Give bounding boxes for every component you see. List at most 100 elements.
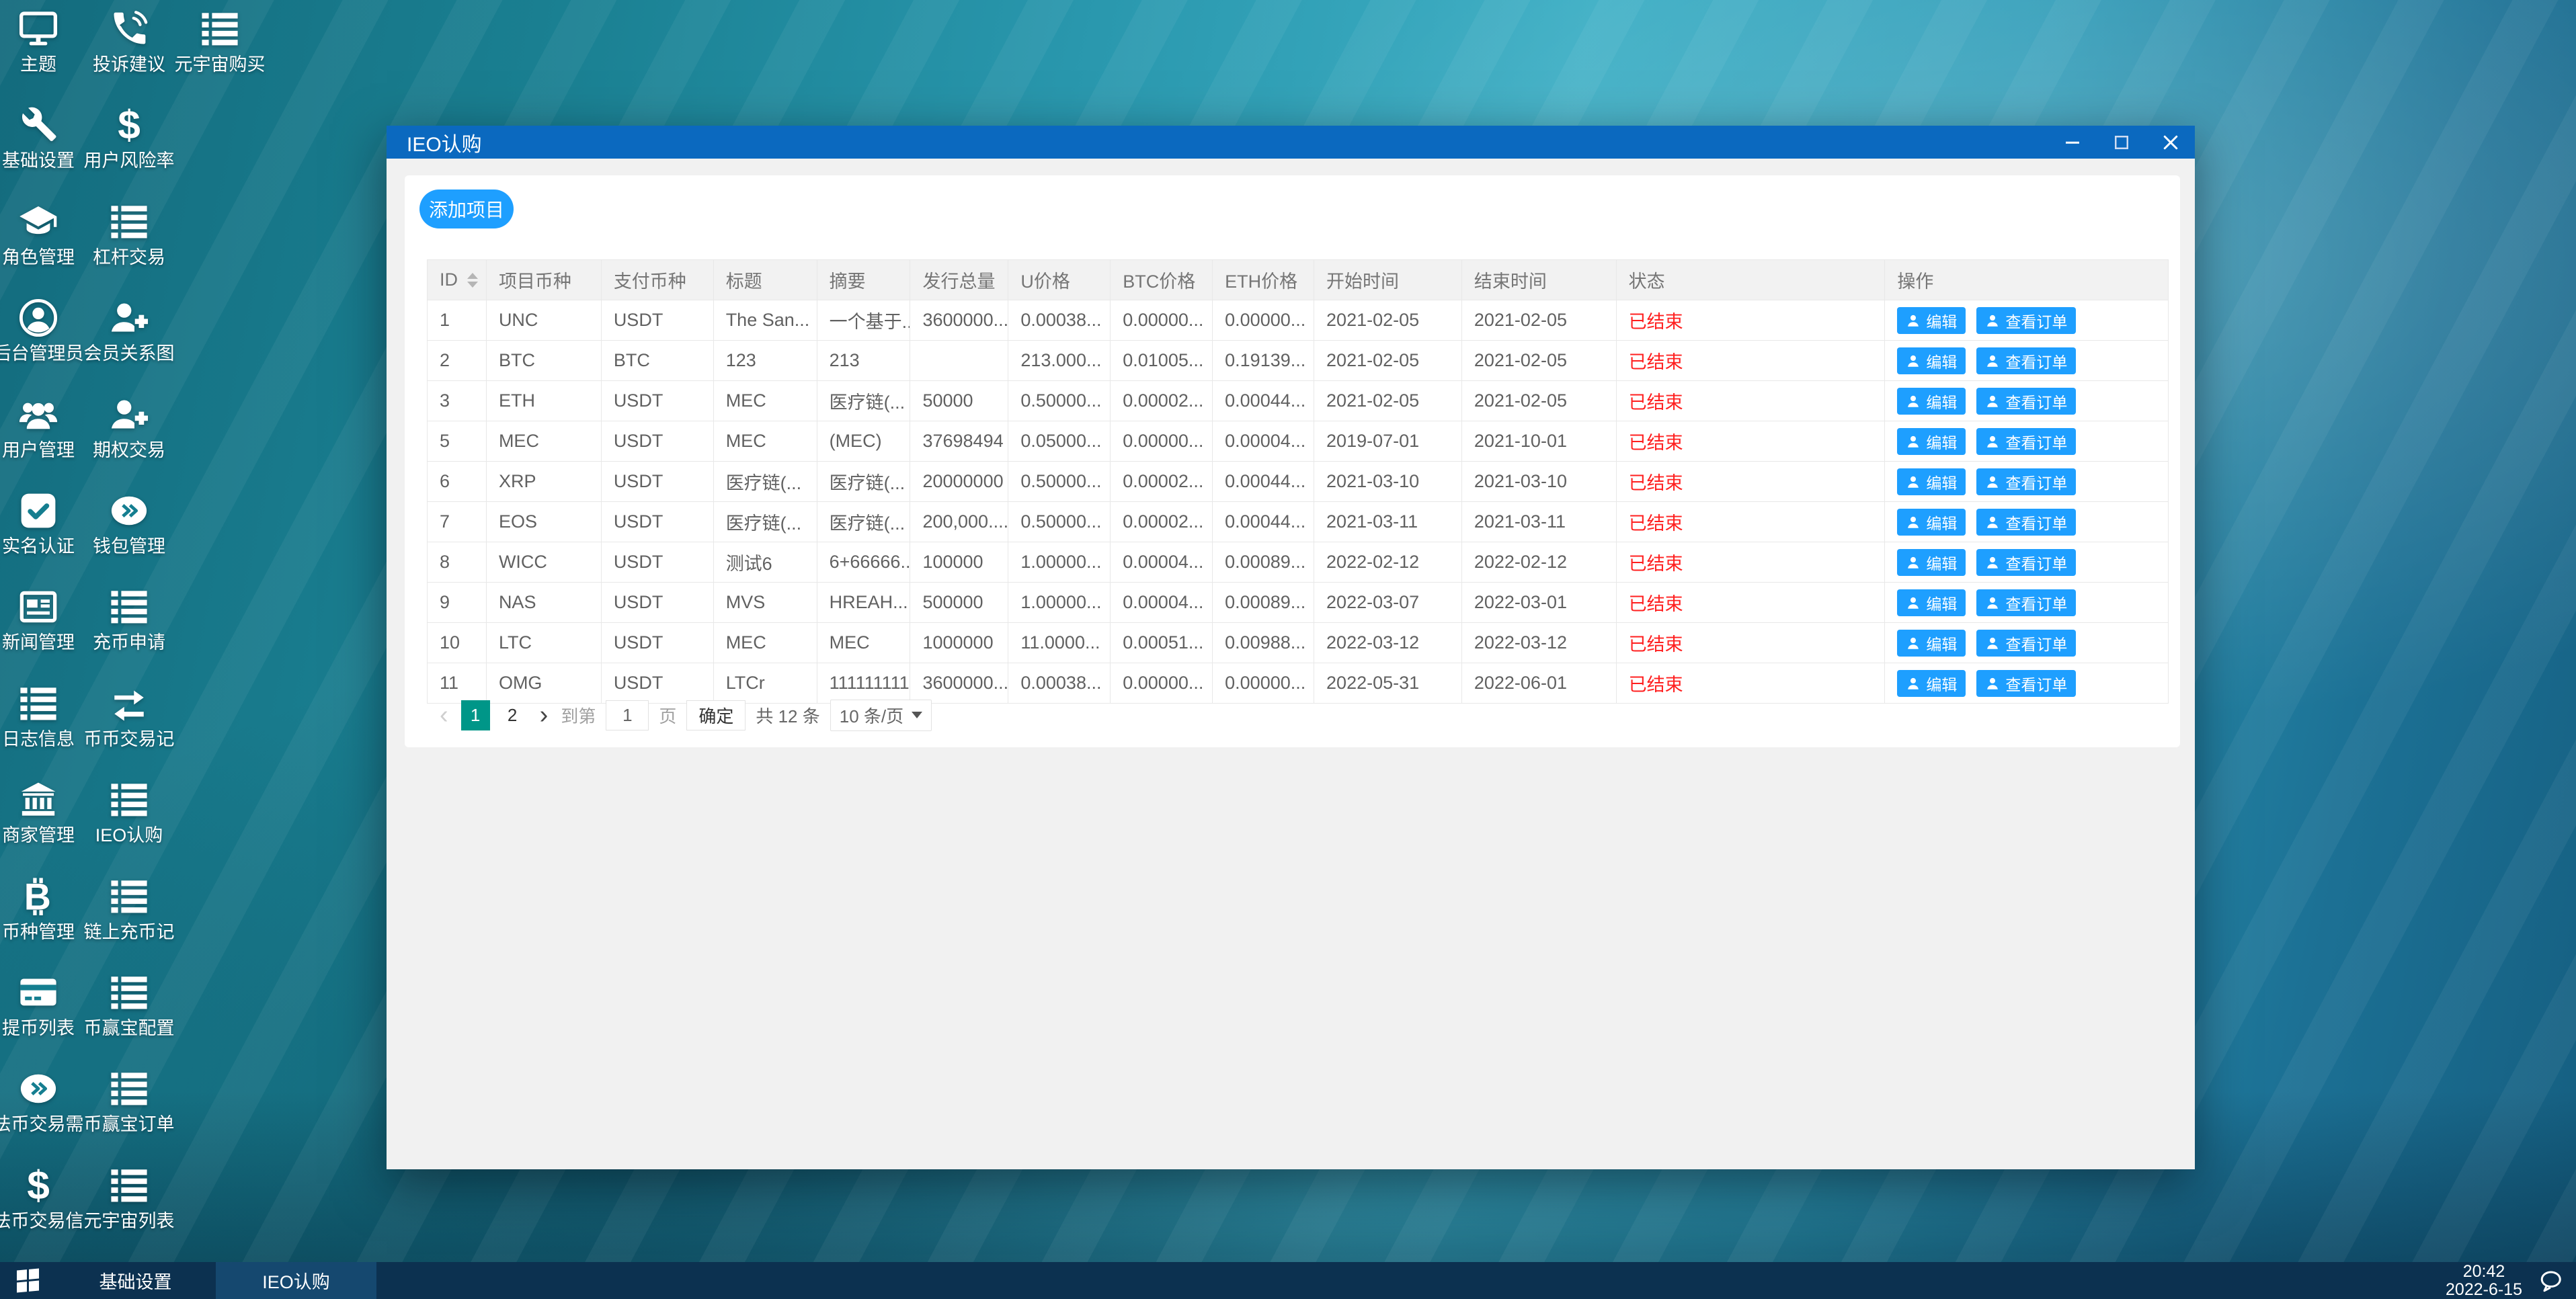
column-header: 发行总量 xyxy=(910,260,1009,300)
view-orders-button[interactable]: 查看订单 xyxy=(1976,669,2077,697)
edit-button[interactable]: 编辑 xyxy=(1897,589,1966,616)
table-cell xyxy=(910,341,1009,380)
edit-button[interactable]: 编辑 xyxy=(1897,629,1966,657)
table-cell: 0.00004... xyxy=(1213,421,1315,461)
table-cell: 2022-03-12 xyxy=(1462,623,1617,663)
edit-button[interactable]: 编辑 xyxy=(1897,306,1966,334)
column-header-label: 标题 xyxy=(725,271,762,292)
column-header-label: 支付币种 xyxy=(613,271,686,292)
desktop-icon[interactable]: 期权交易 xyxy=(72,390,186,460)
table-cell: 0.00000... xyxy=(1111,300,1213,340)
desktop-icon[interactable]: 元宇宙购买 xyxy=(163,4,277,75)
desktop-icon[interactable]: 币币交易记 xyxy=(72,679,186,749)
table-cell: USDT xyxy=(602,381,714,421)
desktop-icon[interactable]: 币赢宝订单 xyxy=(72,1064,186,1134)
table-cell: 123 xyxy=(714,341,817,380)
taskbar-item-2[interactable]: IEO认购 xyxy=(216,1262,376,1299)
table-cell: 0.00004... xyxy=(1111,583,1213,622)
desktop-icon[interactable]: 币赢宝配置 xyxy=(72,968,186,1038)
newspaper-icon xyxy=(19,591,57,623)
view-orders-button[interactable]: 查看订单 xyxy=(1976,508,2077,536)
column-header-label: BTC价格 xyxy=(1123,271,1196,292)
view-orders-button[interactable]: 查看订单 xyxy=(1976,629,2077,657)
table-cell: OMG xyxy=(487,663,602,703)
add-project-button[interactable]: 添加项目 xyxy=(419,190,514,228)
desktop-icon[interactable]: 钱包管理 xyxy=(72,486,186,556)
desktop-icon[interactable]: 链上充币记 xyxy=(72,872,186,942)
sort-icon[interactable] xyxy=(467,272,478,288)
confirm-page-button[interactable]: 确定 xyxy=(686,700,746,730)
table-cell: 200,000.... xyxy=(910,502,1009,542)
view-orders-button[interactable]: 查看订单 xyxy=(1976,387,2077,415)
desktop-icon-label: 杠杆交易 xyxy=(93,247,165,267)
page-size-select[interactable]: 10 条/页 xyxy=(830,699,932,731)
desktop-icon-glyph xyxy=(72,390,186,434)
list-icon xyxy=(111,784,147,816)
actions-cell: 编辑 查看订单 xyxy=(1885,583,2168,622)
table-cell: USDT xyxy=(602,421,714,461)
table-cell: 0.00038... xyxy=(1008,663,1111,703)
user-plus-icon xyxy=(111,400,149,429)
content-panel: 添加项目 ID 项目币种 支付币种 标题 摘要 发行总量 U价格 BTC价格 ETH价格 开始时间… xyxy=(405,175,2180,747)
table-cell: 0.50000... xyxy=(1008,502,1111,542)
edit-button[interactable]: 编辑 xyxy=(1897,508,1966,536)
edit-button[interactable]: 编辑 xyxy=(1897,669,1966,697)
graduation-cap-icon xyxy=(19,206,57,234)
edit-button[interactable]: 编辑 xyxy=(1897,468,1966,495)
table-row: 1 UNC USDT The San... 一个基于... 3600000... 0.000… xyxy=(428,300,2168,340)
notification-chat-button[interactable] xyxy=(2538,1269,2563,1293)
desktop-icon-glyph xyxy=(72,197,186,241)
taskbar-item-1[interactable]: 基础设置 xyxy=(55,1262,216,1299)
next-page-arrow[interactable]: › xyxy=(537,702,551,728)
view-orders-button[interactable]: 查看订单 xyxy=(1976,347,2077,374)
table-cell: ETH xyxy=(487,381,602,421)
actions-cell: 编辑 查看订单 xyxy=(1885,462,2168,501)
clock-time: 20:42 xyxy=(2462,1261,2505,1281)
page-number-2[interactable]: 2 xyxy=(498,700,527,730)
actions-cell: 编辑 查看订单 xyxy=(1885,623,2168,663)
view-orders-button[interactable]: 查看订单 xyxy=(1976,306,2077,334)
desktop-icon[interactable]: 元宇宙列表 xyxy=(72,1161,186,1231)
edit-button[interactable]: 编辑 xyxy=(1897,548,1966,576)
disc-icon xyxy=(111,496,147,526)
list-icon xyxy=(111,1073,147,1105)
table-cell: HREAH... xyxy=(817,583,911,622)
action-button-label: 编辑 xyxy=(1926,312,1958,331)
status-cell: 已结束 xyxy=(1617,462,1886,501)
prev-page-arrow[interactable]: ‹ xyxy=(437,702,451,728)
view-orders-button[interactable]: 查看订单 xyxy=(1976,589,2077,616)
window-titlebar[interactable]: IEO认购 xyxy=(387,126,2195,159)
edit-button[interactable]: 编辑 xyxy=(1897,427,1966,455)
desktop-icon[interactable]: $ 用户风险率 xyxy=(72,100,186,171)
desktop-icon[interactable]: 充币申请 xyxy=(72,582,186,653)
desktop-icon[interactable]: 会员关系图 xyxy=(72,293,186,364)
edit-button[interactable]: 编辑 xyxy=(1897,347,1966,374)
table-row: 5 MEC USDT MEC (MEC) 37698494 0.05000... 0.0000… xyxy=(428,421,2168,461)
page-jump-input[interactable] xyxy=(606,700,649,730)
column-header[interactable]: ID xyxy=(428,260,487,300)
maximize-button[interactable] xyxy=(2097,126,2146,159)
person-icon xyxy=(1987,556,1999,569)
table-cell: 6 xyxy=(428,462,487,501)
desktop-icon[interactable]: 杠杆交易 xyxy=(72,197,186,267)
desktop-icon[interactable]: IEO认购 xyxy=(72,775,186,845)
desktop-icon-label: 链上充币记 xyxy=(83,921,175,942)
exchange-icon xyxy=(114,690,144,721)
view-orders-button[interactable]: 查看订单 xyxy=(1976,427,2077,455)
action-button-label: 查看订单 xyxy=(2005,474,2068,492)
svg-text:B: B xyxy=(24,877,51,916)
page-number-1[interactable]: 1 xyxy=(460,700,490,730)
close-button[interactable] xyxy=(2146,126,2195,159)
view-orders-button[interactable]: 查看订单 xyxy=(1976,548,2077,576)
column-header-label: 开始时间 xyxy=(1326,271,1400,292)
table-cell: LTCr xyxy=(714,663,817,703)
minimize-button[interactable] xyxy=(2048,126,2097,159)
start-button[interactable] xyxy=(0,1262,55,1299)
column-header: 标题 xyxy=(714,260,817,300)
chevron-down-icon xyxy=(912,712,923,718)
edit-button[interactable]: 编辑 xyxy=(1897,387,1966,415)
table-cell: 100000 xyxy=(910,542,1009,582)
view-orders-button[interactable]: 查看订单 xyxy=(1976,468,2077,495)
status-cell: 已结束 xyxy=(1617,542,1886,582)
person-icon xyxy=(1908,677,1919,689)
